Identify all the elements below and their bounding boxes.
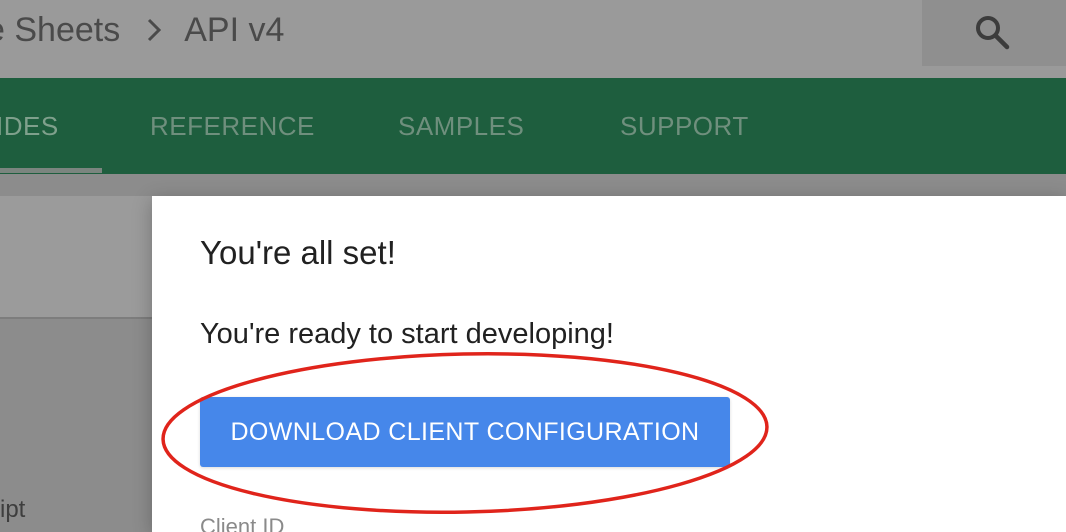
active-tab-indicator: [0, 168, 102, 173]
client-id-label: Client ID: [200, 514, 285, 532]
setup-complete-dialog: You're all set! You're ready to start de…: [152, 196, 1066, 532]
dialog-message: You're ready to start developing!: [200, 318, 614, 350]
tab-support[interactable]: SUPPORT: [620, 78, 749, 174]
dialog-title: You're all set!: [200, 234, 396, 271]
tab-samples[interactable]: SAMPLES: [398, 78, 524, 174]
tab-bar: IDES REFERENCE SAMPLES SUPPORT: [0, 78, 1066, 174]
chevron-right-icon: [134, 17, 174, 43]
download-client-configuration-button[interactable]: DOWNLOAD CLIENT CONFIGURATION: [200, 397, 730, 467]
side-nav-item[interactable]: ript: [0, 496, 25, 524]
top-header: e Sheets API v4: [0, 0, 1066, 78]
tab-guides[interactable]: IDES: [0, 78, 59, 174]
breadcrumb: e Sheets API v4: [0, 6, 284, 54]
page: e Sheets API v4 IDES REFERENCE SAMPLES S…: [0, 0, 1066, 532]
side-panel: [0, 196, 152, 318]
breadcrumb-page[interactable]: API v4: [184, 11, 284, 50]
search-icon[interactable]: [972, 12, 1012, 52]
breadcrumb-section[interactable]: e Sheets: [0, 11, 120, 50]
side-divider: [0, 317, 152, 319]
tab-reference[interactable]: REFERENCE: [150, 78, 315, 174]
